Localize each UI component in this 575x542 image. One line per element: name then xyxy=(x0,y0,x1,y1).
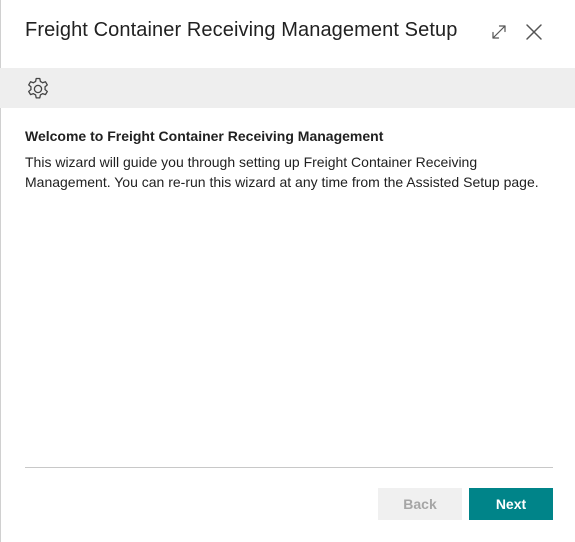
close-button[interactable] xyxy=(522,20,546,44)
welcome-heading: Welcome to Freight Container Receiving M… xyxy=(25,128,384,144)
next-button[interactable]: Next xyxy=(469,488,553,520)
gear-icon xyxy=(28,77,48,99)
assisted-setup-dialog: Freight Container Receiving Management S… xyxy=(0,0,575,542)
setup-banner xyxy=(0,68,575,108)
back-button[interactable]: Back xyxy=(378,488,462,520)
expand-icon xyxy=(492,25,506,39)
close-icon xyxy=(526,24,542,40)
footer-divider xyxy=(25,467,553,468)
welcome-description: This wizard will guide you through setti… xyxy=(25,154,539,190)
expand-button[interactable] xyxy=(487,20,511,44)
dialog-title: Freight Container Receiving Management S… xyxy=(25,19,458,41)
